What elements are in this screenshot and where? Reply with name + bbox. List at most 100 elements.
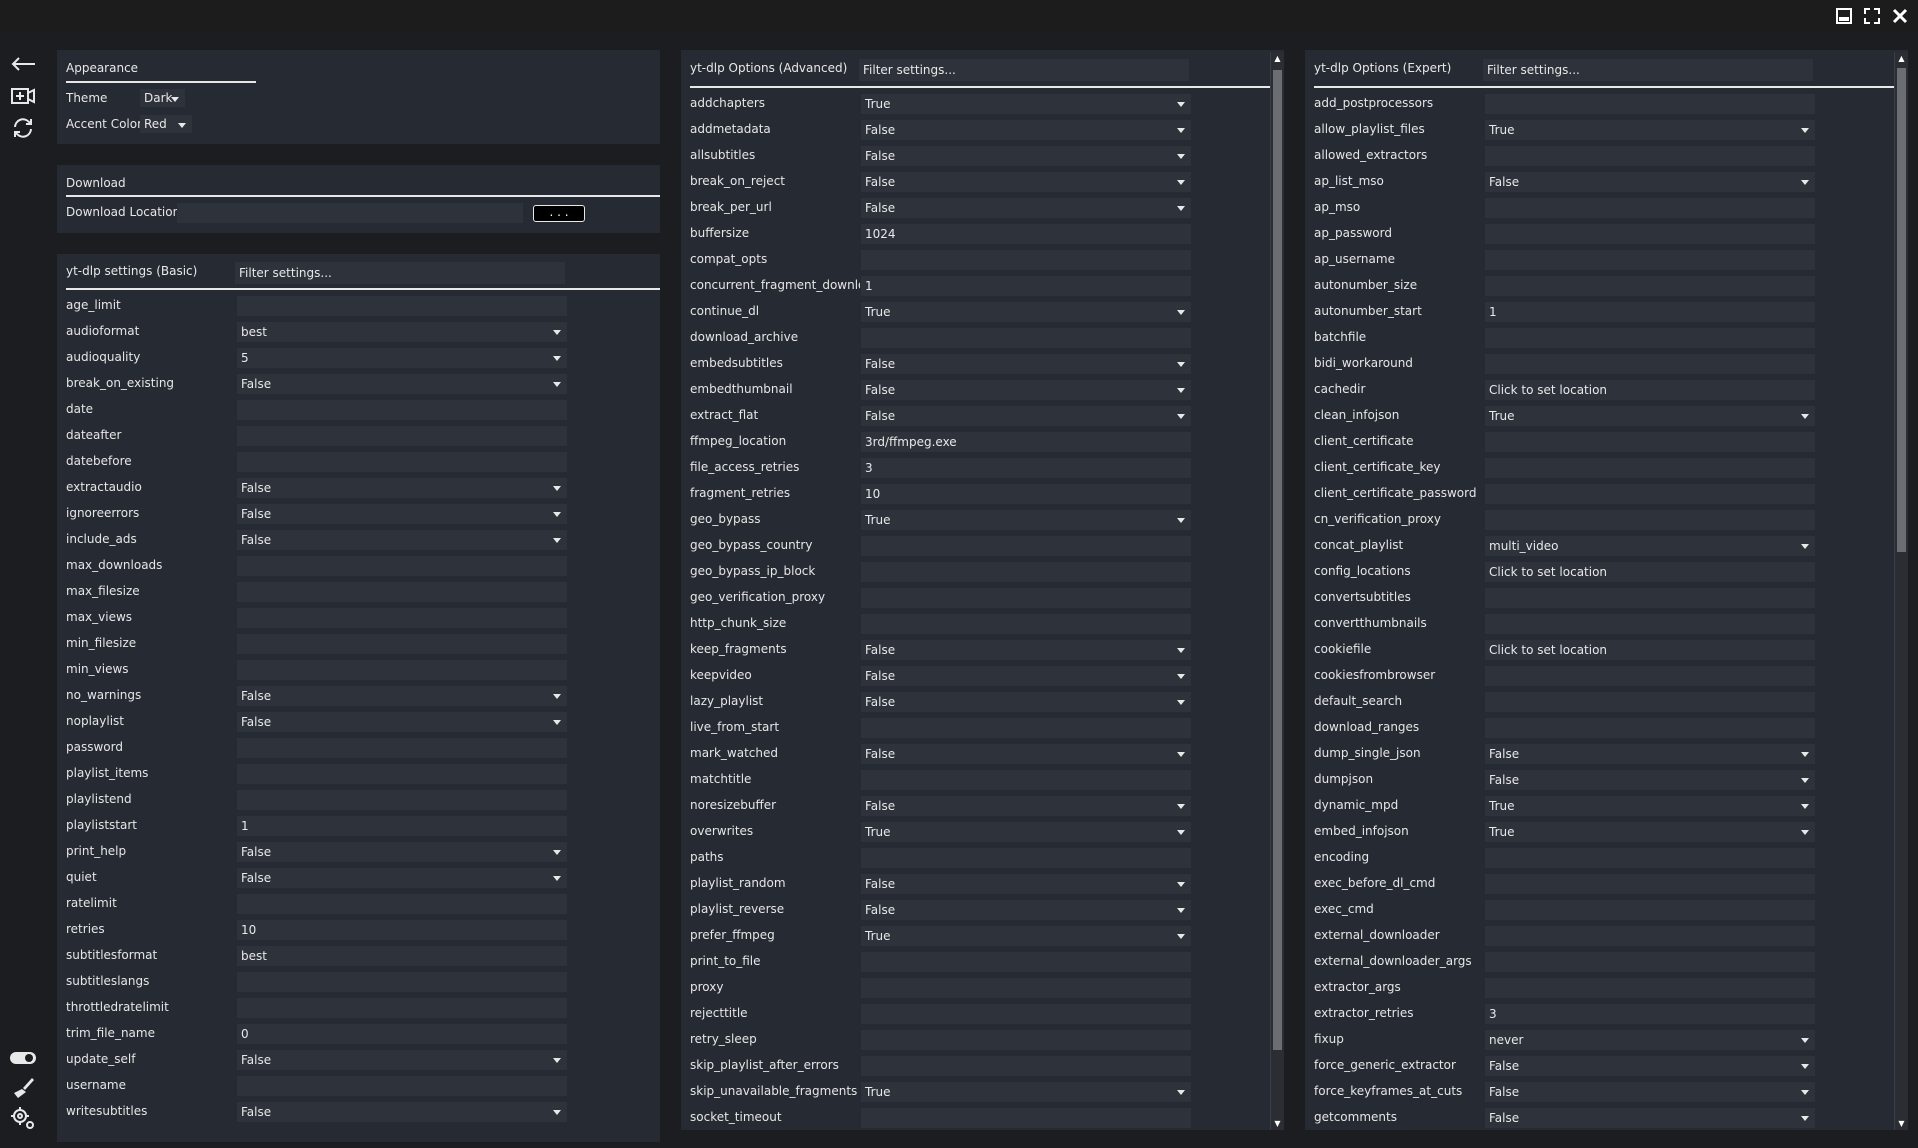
setting-input-rejecttitle[interactable] [861,1004,1191,1024]
setting-input-concurrent-fragment-download[interactable]: 1 [861,276,1191,296]
setting-input-exec-before-dl-cmd[interactable] [1485,874,1815,894]
setting-select-no-warnings[interactable]: False [237,686,567,706]
setting-select-dynamic-mpd[interactable]: True [1485,796,1815,816]
setting-input-config-locations[interactable]: Click to set location [1485,562,1815,582]
setting-input-cachedir[interactable]: Click to set location [1485,380,1815,400]
setting-input-password[interactable] [237,738,567,758]
setting-select-ap-list-mso[interactable]: False [1485,172,1815,192]
setting-input-cn-verification-proxy[interactable] [1485,510,1815,530]
setting-input-playlist-items[interactable] [237,764,567,784]
accent-color-select[interactable]: Red [140,115,192,133]
setting-input-retry-sleep[interactable] [861,1030,1191,1050]
setting-input-date[interactable] [237,400,567,420]
setting-select-break-per-url[interactable]: False [861,198,1191,218]
setting-input-http-chunk-size[interactable] [861,614,1191,634]
setting-select-embed-infojson[interactable]: True [1485,822,1815,842]
setting-select-getcomments[interactable]: False [1485,1108,1815,1128]
setting-input-batchfile[interactable] [1485,328,1815,348]
setting-select-clean-infojson[interactable]: True [1485,406,1815,426]
setting-input-subtitleslangs[interactable] [237,972,567,992]
setting-input-dateafter[interactable] [237,426,567,446]
setting-select-playlist-random[interactable]: False [861,874,1191,894]
setting-input-external-downloader-args[interactable] [1485,952,1815,972]
setting-select-keep-fragments[interactable]: False [861,640,1191,660]
setting-input-exec-cmd[interactable] [1485,900,1815,920]
setting-input-ap-username[interactable] [1485,250,1815,270]
setting-input-add-postprocessors[interactable] [1485,94,1815,114]
setting-input-retries[interactable]: 10 [237,920,567,940]
broom-icon[interactable] [8,1074,38,1102]
expert-filter-input[interactable]: Filter settings... [1483,59,1813,81]
setting-input-max-views[interactable] [237,608,567,628]
setting-select-force-keyframes-at-cuts[interactable]: False [1485,1082,1815,1102]
setting-input-ffmpeg-location[interactable]: 3rd/ffmpeg.exe [861,432,1191,452]
setting-input-client-certificate[interactable] [1485,432,1815,452]
setting-select-audioformat[interactable]: best [237,322,567,342]
setting-input-throttledratelimit[interactable] [237,998,567,1018]
basic-filter-input[interactable]: Filter settings... [235,262,565,284]
setting-input-proxy[interactable] [861,978,1191,998]
setting-select-playlist-reverse[interactable]: False [861,900,1191,920]
setting-input-client-certificate-key[interactable] [1485,458,1815,478]
advanced-filter-input[interactable]: Filter settings... [859,59,1189,81]
setting-select-continue-dl[interactable]: True [861,302,1191,322]
setting-input-extractor-args[interactable] [1485,978,1815,998]
setting-input-encoding[interactable] [1485,848,1815,868]
setting-select-noresizebuffer[interactable]: False [861,796,1191,816]
setting-input-allowed-extractors[interactable] [1485,146,1815,166]
setting-select-embedsubtitles[interactable]: False [861,354,1191,374]
setting-select-skip-unavailable-fragments[interactable]: True [861,1082,1191,1102]
back-arrow-icon[interactable] [8,50,38,78]
setting-select-update-self[interactable]: False [237,1050,567,1070]
advanced-scrollbar[interactable]: ▲ ▼ [1270,52,1284,1130]
setting-select-keepvideo[interactable]: False [861,666,1191,686]
setting-input-buffersize[interactable]: 1024 [861,224,1191,244]
setting-select-break-on-reject[interactable]: False [861,172,1191,192]
setting-input-convertsubtitles[interactable] [1485,588,1815,608]
setting-input-min-views[interactable] [237,660,567,680]
setting-select-print-help[interactable]: False [237,842,567,862]
setting-input-client-certificate-password[interactable] [1485,484,1815,504]
advanced-scrollbar-thumb[interactable] [1273,70,1282,1050]
setting-input-bidi-workaround[interactable] [1485,354,1815,374]
setting-input-print-to-file[interactable] [861,952,1191,972]
setting-select-extract-flat[interactable]: False [861,406,1191,426]
setting-input-extractor-retries[interactable]: 3 [1485,1004,1815,1024]
setting-select-addmetadata[interactable]: False [861,120,1191,140]
setting-select-dump-single-json[interactable]: False [1485,744,1815,764]
download-location-input[interactable] [177,203,523,223]
setting-input-live-from-start[interactable] [861,718,1191,738]
setting-select-embedthumbnail[interactable]: False [861,380,1191,400]
scroll-up-icon[interactable]: ▲ [1895,52,1908,65]
setting-select-dumpjson[interactable]: False [1485,770,1815,790]
setting-input-matchtitle[interactable] [861,770,1191,790]
setting-input-autonumber-start[interactable]: 1 [1485,302,1815,322]
setting-select-geo-bypass[interactable]: True [861,510,1191,530]
setting-input-max-filesize[interactable] [237,582,567,602]
setting-select-addchapters[interactable]: True [861,94,1191,114]
browse-location-button[interactable]: . . . [533,205,585,222]
add-download-icon[interactable] [8,82,38,110]
setting-select-prefer-ffmpeg[interactable]: True [861,926,1191,946]
expert-scrollbar[interactable]: ▲ ▼ [1894,52,1908,1130]
expert-scrollbar-thumb[interactable] [1897,68,1906,552]
setting-input-convertthumbnails[interactable] [1485,614,1815,634]
maximize-icon[interactable] [1862,6,1882,26]
setting-select-audioquality[interactable]: 5 [237,348,567,368]
scroll-down-icon[interactable]: ▼ [1895,1117,1908,1130]
setting-select-lazy-playlist[interactable]: False [861,692,1191,712]
setting-select-fixup[interactable]: never [1485,1030,1815,1050]
setting-select-noplaylist[interactable]: False [237,712,567,732]
setting-input-datebefore[interactable] [237,452,567,472]
theme-select[interactable]: Dark [140,89,185,107]
setting-select-include-ads[interactable]: False [237,530,567,550]
setting-input-autonumber-size[interactable] [1485,276,1815,296]
setting-select-allsubtitles[interactable]: False [861,146,1191,166]
setting-input-download-ranges[interactable] [1485,718,1815,738]
setting-input-external-downloader[interactable] [1485,926,1815,946]
setting-select-writesubtitles[interactable]: False [237,1102,567,1122]
setting-select-concat-playlist[interactable]: multi_video [1485,536,1815,556]
setting-select-extractaudio[interactable]: False [237,478,567,498]
setting-input-age-limit[interactable] [237,296,567,316]
settings-icon[interactable] [8,1104,38,1132]
